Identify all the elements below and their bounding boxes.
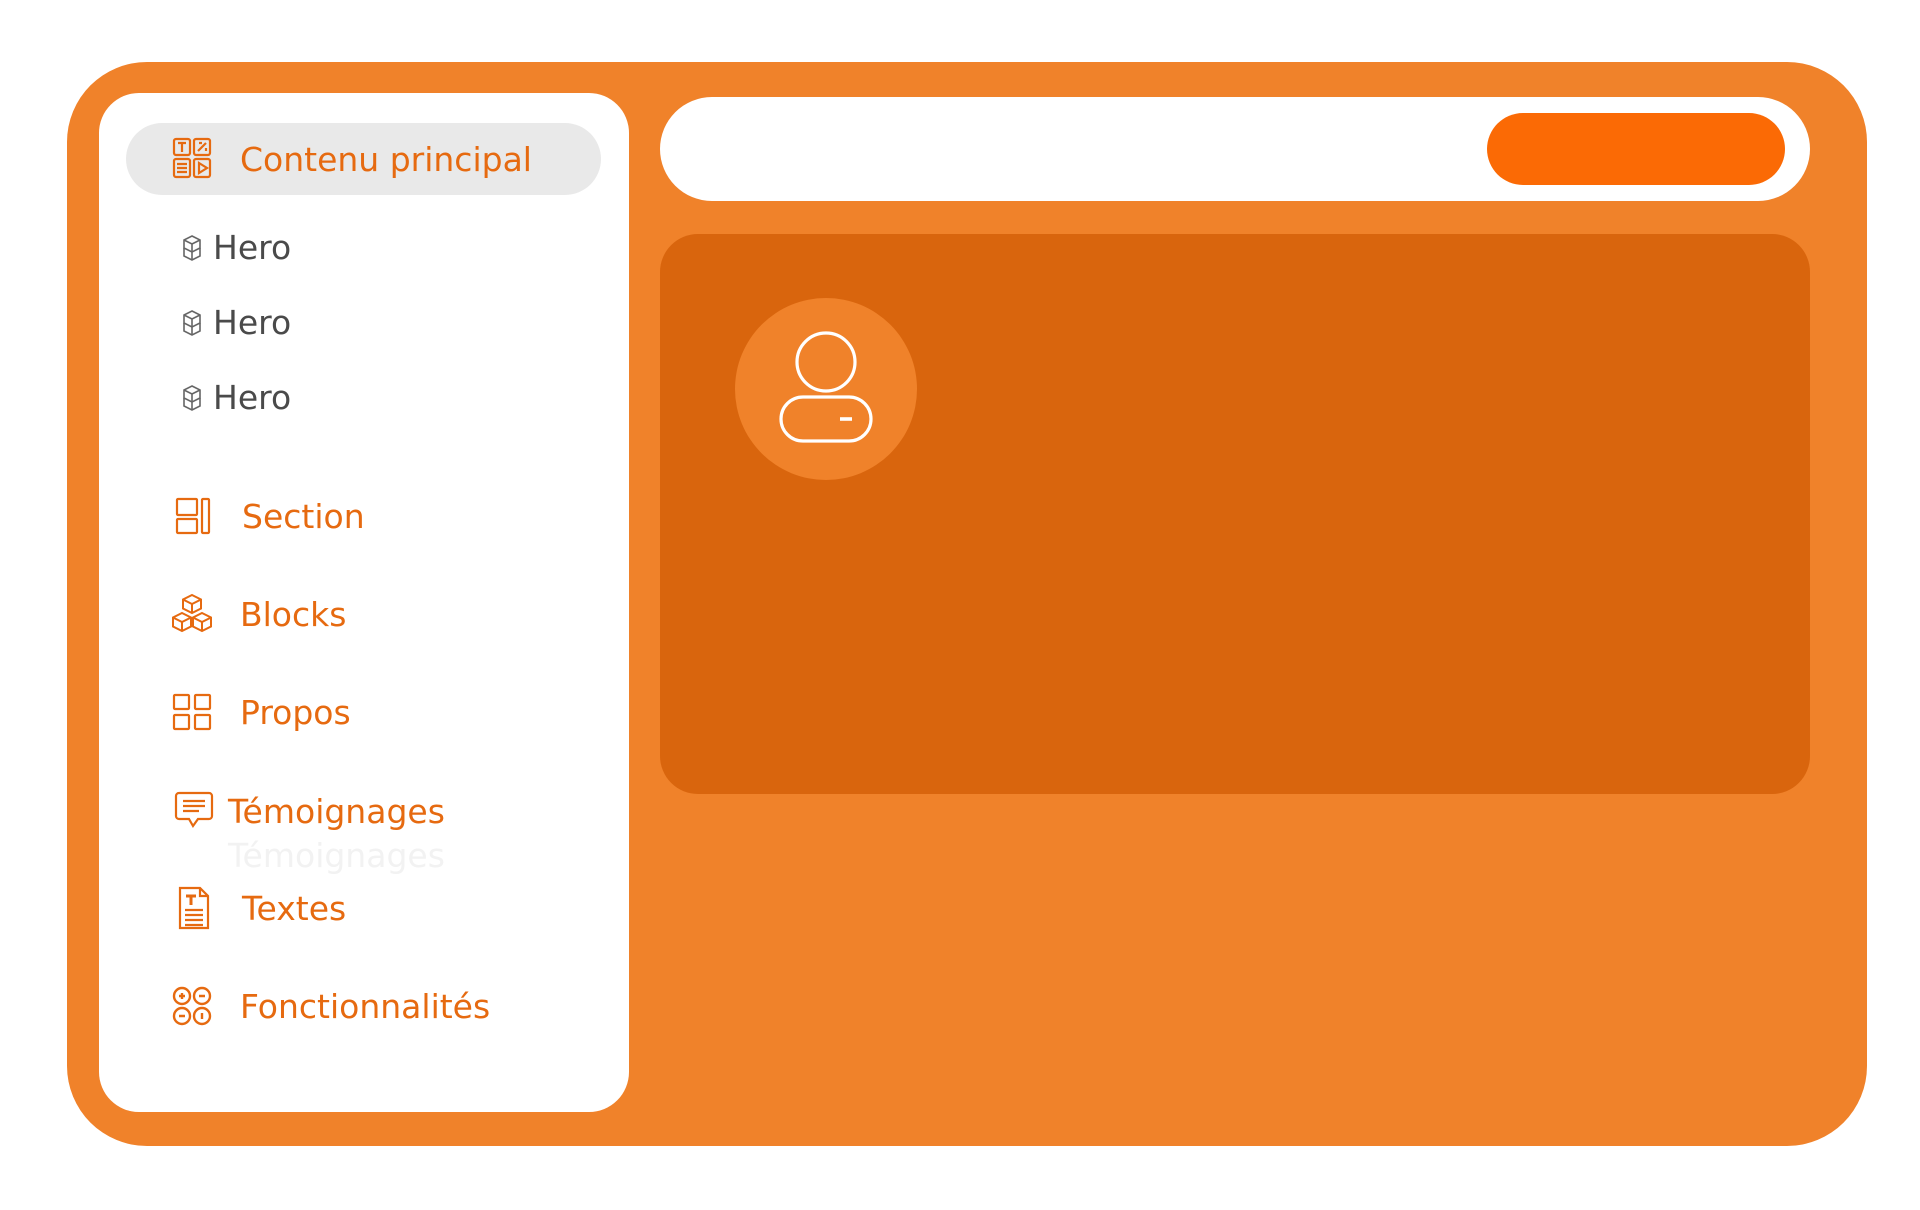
blocks-icon: [170, 592, 214, 636]
sidebar-item-label: Section: [242, 496, 365, 536]
sidebar-subitem-hero-1[interactable]: Hero: [180, 228, 291, 267]
cube-icon: [180, 308, 204, 338]
cube-icon: [180, 383, 204, 413]
sidebar-item-temoignages[interactable]: Témoignages: [172, 789, 445, 833]
sidebar-item-contenu-principal-row[interactable]: Contenu principal: [170, 137, 532, 181]
sidebar-subitem-hero-3[interactable]: Hero: [180, 378, 291, 417]
section-layout-icon: [172, 494, 216, 538]
sidebar-subitem-hero-2[interactable]: Hero: [180, 303, 291, 342]
sidebar-item-label: Blocks: [240, 594, 347, 634]
sidebar-item-section[interactable]: Section: [172, 494, 365, 538]
sidebar-item-label: Contenu principal: [240, 139, 532, 179]
sidebar-item-propos[interactable]: Propos: [170, 690, 351, 734]
sidebar-item-label: Propos: [240, 692, 351, 732]
ghost-label: Témoignages: [228, 836, 445, 875]
sidebar-subitem-label: Hero: [213, 303, 292, 342]
sidebar-item-fonctionnalites[interactable]: Fonctionnalités: [170, 984, 490, 1028]
sidebar-item-blocks[interactable]: Blocks: [170, 592, 346, 636]
sidebar-item-label: Fonctionnalités: [240, 986, 491, 1026]
sidebar-subitem-label: Hero: [213, 378, 292, 417]
sidebar-subitem-label: Hero: [213, 228, 292, 267]
sidebar-item-label: Témoignages: [228, 791, 445, 831]
cube-icon: [180, 233, 204, 263]
sidebar-item-textes[interactable]: Textes: [172, 886, 346, 930]
features-icon: [170, 984, 214, 1028]
four-squares-icon: [170, 690, 214, 734]
content-grid-icon: [170, 137, 214, 181]
chat-bubble-icon: [172, 789, 216, 833]
sidebar-item-label: Textes: [242, 888, 347, 928]
document-icon: [172, 886, 216, 930]
user-avatar-icon: [778, 329, 874, 449]
avatar[interactable]: [735, 298, 917, 480]
primary-action-button[interactable]: [1487, 113, 1785, 185]
